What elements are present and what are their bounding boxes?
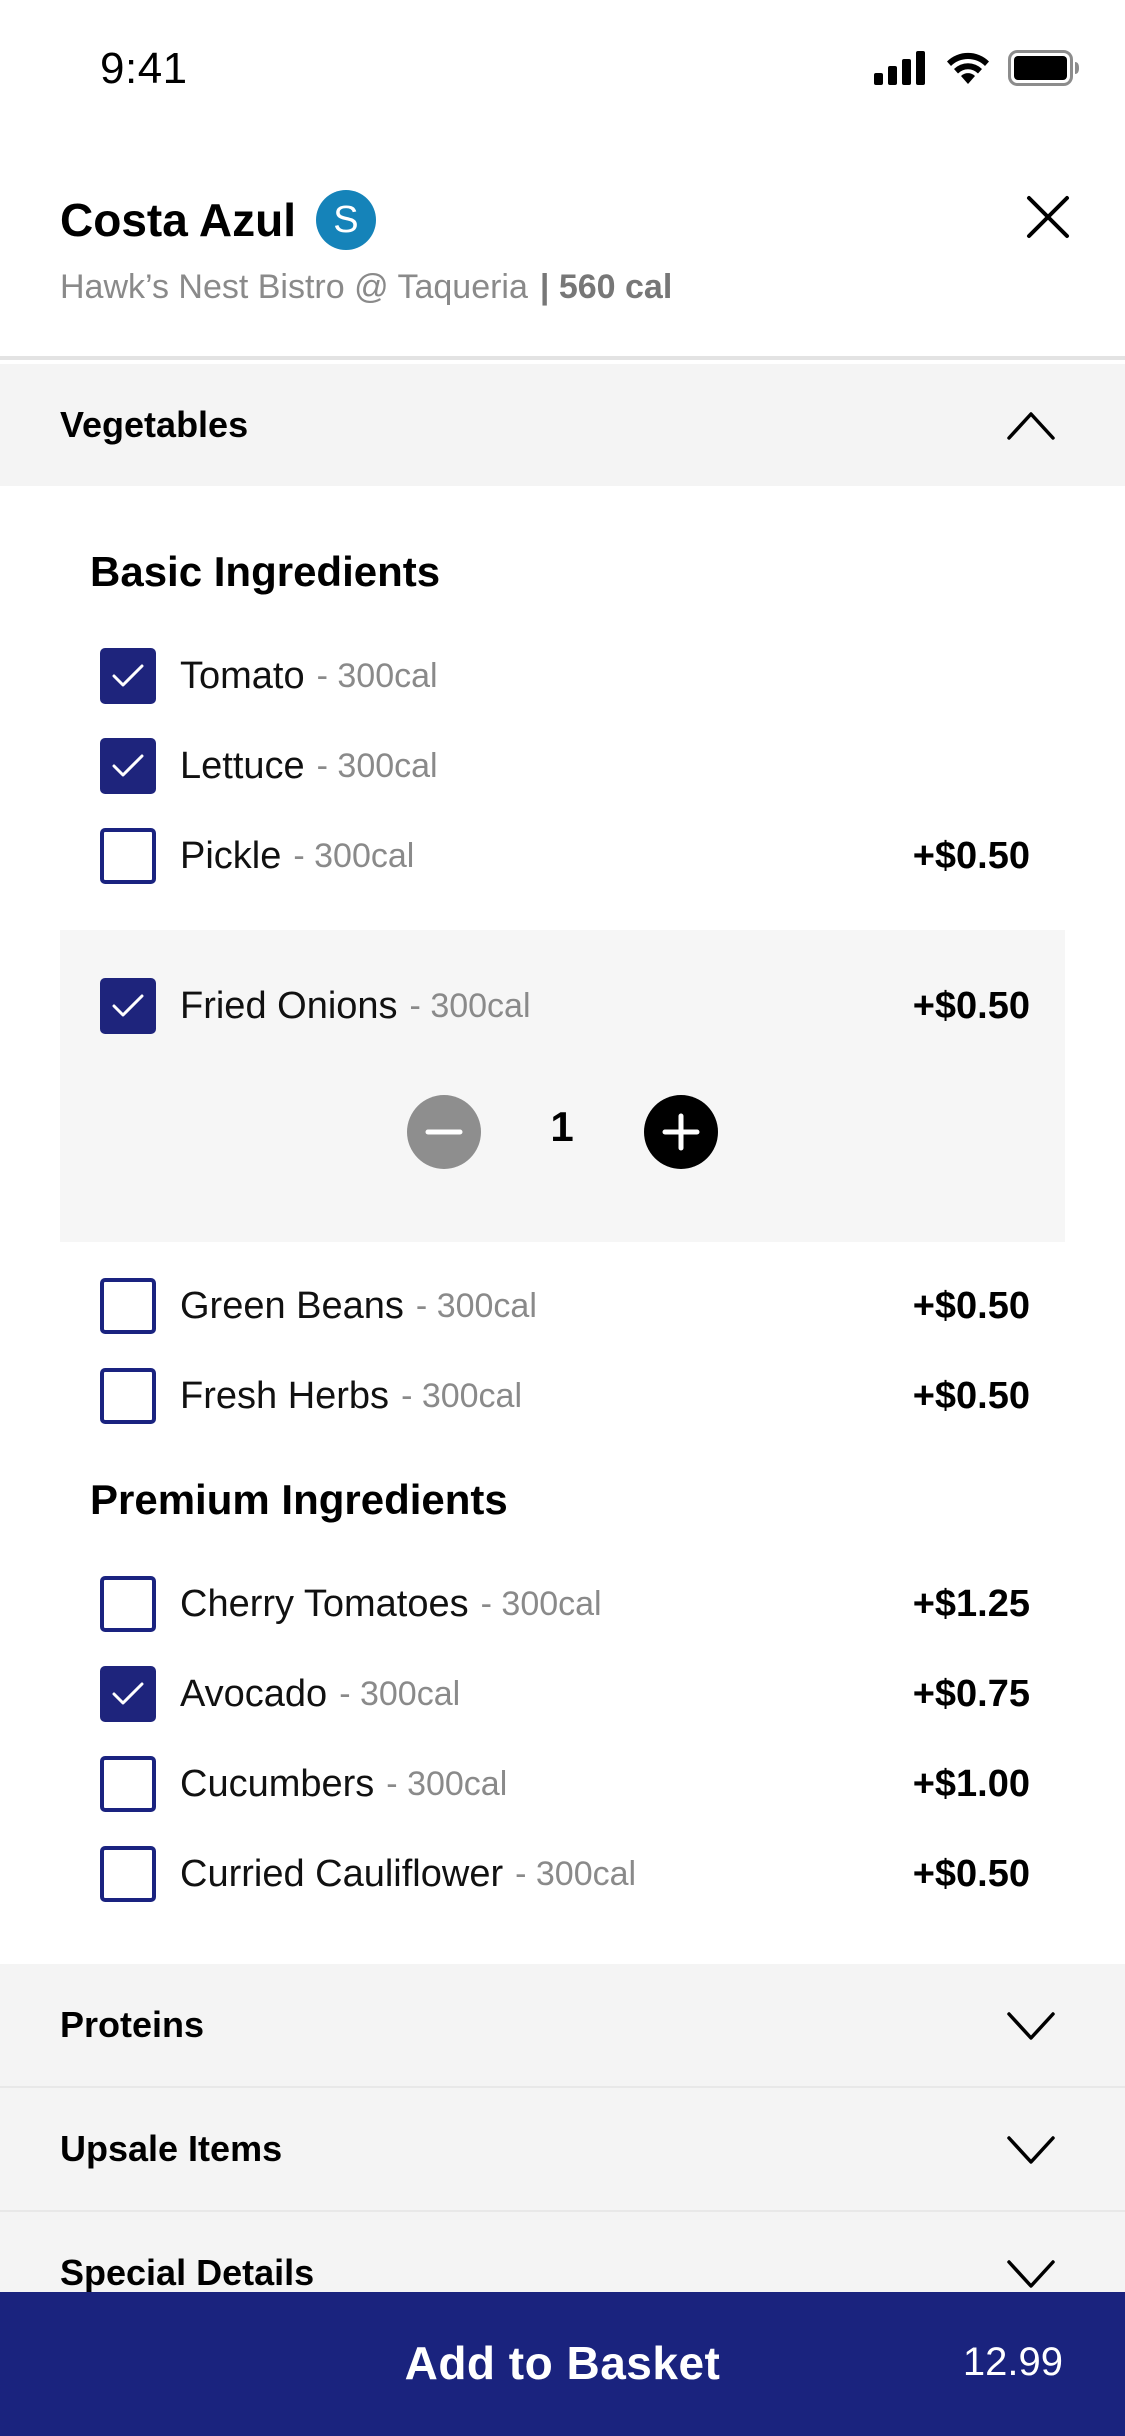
close-icon[interactable] (1023, 192, 1073, 242)
ingredient-row[interactable]: Tomato - 300cal (100, 646, 1030, 706)
checkbox-checked[interactable] (100, 648, 156, 704)
quantity-value: 1 (550, 1103, 574, 1150)
ingredient-name: Cucumbers (180, 1762, 375, 1805)
cellular-signal-icon (874, 51, 925, 85)
ingredient-cal: - 300cal (339, 1674, 461, 1713)
ingredient-name: Pickle (180, 834, 282, 877)
section-label: Proteins (60, 2004, 205, 2045)
ingredient-price: +$0.50 (912, 834, 1030, 877)
ingredient-row[interactable]: Lettuce - 300cal (100, 736, 1030, 796)
ingredient-price: +$1.00 (912, 1762, 1030, 1805)
checkbox-unchecked[interactable] (100, 1756, 156, 1812)
ingredient-price: +$0.50 (912, 1284, 1030, 1327)
decrement-button[interactable] (407, 1095, 481, 1169)
location-text: Hawk’s Nest Bistro @ Taqueria (60, 268, 528, 306)
ingredient-cal: - 300cal (409, 986, 531, 1025)
ingredient-name: Curried Cauliflower (180, 1852, 504, 1895)
item-header: Costa Azul S Hawk’s Nest Bistro @ Taquer… (0, 140, 1125, 360)
checkbox-checked[interactable] (100, 978, 156, 1034)
chevron-down-icon (1007, 2260, 1055, 2288)
status-icons (874, 50, 1080, 86)
increment-button[interactable] (644, 1095, 718, 1169)
ingredient-name: Lettuce (180, 744, 305, 787)
avatar-badge: S (315, 190, 376, 250)
battery-icon (1008, 50, 1079, 86)
checkbox-checked[interactable] (100, 1666, 156, 1722)
wifi-icon (947, 52, 989, 84)
ingredient-row[interactable]: Cucumbers - 300cal +$1.00 (100, 1754, 1030, 1814)
minus-icon (425, 1129, 463, 1135)
section-vegetables[interactable]: Vegetables (0, 364, 1125, 486)
ingredient-price: +$0.50 (912, 1374, 1030, 1417)
section-upsale-items[interactable]: Upsale Items (0, 2088, 1125, 2210)
title-row: Costa Azul S (60, 190, 376, 250)
ingredient-name: Cherry Tomatoes (180, 1582, 469, 1625)
section-label: Vegetables (60, 404, 249, 445)
checkbox-unchecked[interactable] (100, 1576, 156, 1632)
add-to-basket-button[interactable]: Add to Basket 12.99 (0, 2292, 1125, 2436)
ingredient-row[interactable]: Fried Onions - 300cal +$0.50 (100, 976, 1030, 1036)
ingredient-price: +$1.25 (912, 1582, 1030, 1625)
ingredient-price: +$0.50 (912, 1852, 1030, 1895)
ingredient-cal: - 300cal (386, 1764, 508, 1803)
checkmark-icon (112, 994, 144, 1017)
checkbox-unchecked[interactable] (100, 1368, 156, 1424)
ingredient-name: Tomato (180, 654, 305, 697)
chevron-up-icon (1007, 412, 1055, 440)
ingredient-cal: - 300cal (415, 1286, 537, 1325)
ingredient-cal: - 300cal (293, 836, 415, 875)
checkmark-icon (112, 754, 144, 777)
ingredient-cal: - 300cal (480, 1584, 602, 1623)
quantity-stepper: 1 (0, 1095, 1125, 1171)
status-time: 9:41 (100, 44, 188, 93)
ingredient-row[interactable]: Cherry Tomatoes - 300cal +$1.25 (100, 1574, 1030, 1634)
plus-icon (662, 1113, 700, 1151)
ingredient-cal: - 300cal (515, 1854, 637, 1893)
basket-total: 12.99 (962, 2340, 1063, 2384)
ingredient-price: +$0.50 (912, 984, 1030, 1027)
item-subtitle: Hawk’s Nest Bistro @ Taqueria | 560 cal (60, 268, 672, 307)
ingredient-cal: - 300cal (316, 746, 438, 785)
checkmark-icon (112, 1682, 144, 1705)
ingredient-cal: - 300cal (401, 1376, 523, 1415)
item-title: Costa Azul (60, 194, 296, 246)
section-label: Special Details (60, 2252, 315, 2293)
section-label: Upsale Items (60, 2128, 283, 2169)
checkmark-icon (112, 664, 144, 687)
ingredient-name: Green Beans (180, 1284, 404, 1327)
ingredient-price: +$0.75 (912, 1672, 1030, 1715)
add-to-basket-label: Add to Basket (404, 2337, 721, 2389)
checkbox-checked[interactable] (100, 738, 156, 794)
ingredient-row[interactable]: Green Beans - 300cal +$0.50 (100, 1276, 1030, 1336)
ingredient-name: Fresh Herbs (180, 1374, 390, 1417)
ingredient-row[interactable]: Avocado - 300cal +$0.75 (100, 1664, 1030, 1724)
calorie-total: | 560 cal (539, 268, 673, 306)
checkbox-unchecked[interactable] (100, 1846, 156, 1902)
ingredient-name: Avocado (180, 1672, 328, 1715)
checkbox-unchecked[interactable] (100, 1278, 156, 1334)
ingredient-cal: - 300cal (316, 656, 438, 695)
group-heading-premium: Premium Ingredients (90, 1476, 508, 1523)
item-customization-screen: 9:41 Costa Azul S Hawk’s Nest Bistro @ T… (0, 0, 1125, 2436)
section-proteins[interactable]: Proteins (0, 1964, 1125, 2086)
ingredient-name: Fried Onions (180, 984, 398, 1027)
ingredient-row[interactable]: Pickle - 300cal +$0.50 (100, 826, 1030, 886)
ingredient-row[interactable]: Fresh Herbs - 300cal +$0.50 (100, 1366, 1030, 1426)
chevron-down-icon (1007, 2012, 1055, 2040)
group-heading-basic: Basic Ingredients (90, 548, 441, 595)
ingredient-row[interactable]: Curried Cauliflower - 300cal +$0.50 (100, 1844, 1030, 1904)
checkbox-unchecked[interactable] (100, 828, 156, 884)
status-bar: 9:41 (0, 0, 1125, 140)
chevron-down-icon (1007, 2136, 1055, 2164)
